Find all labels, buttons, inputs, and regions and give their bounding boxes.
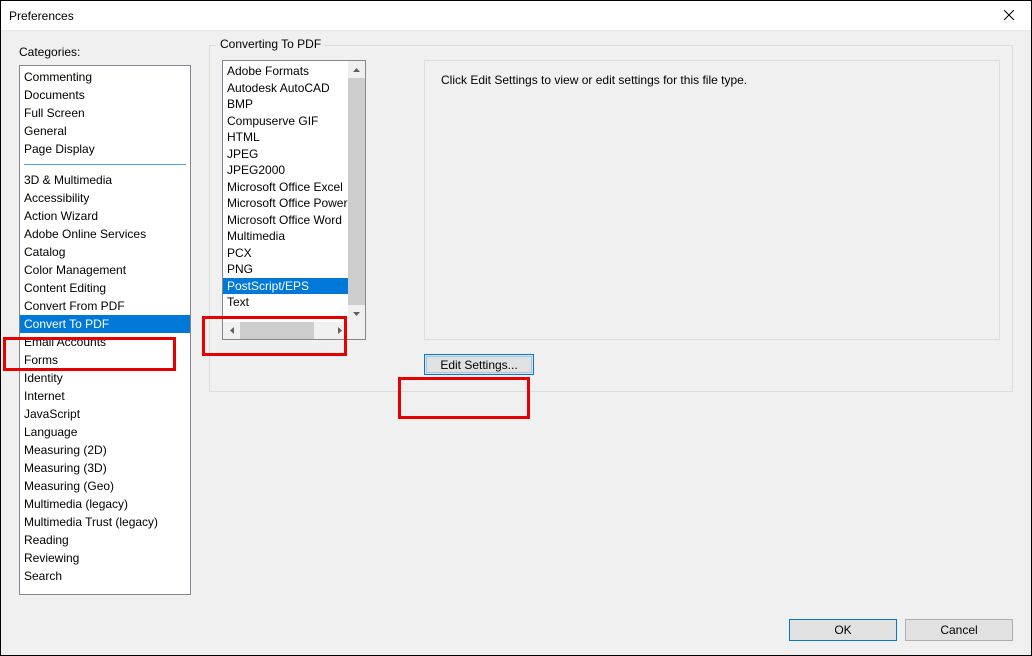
category-item[interactable]: Adobe Online Services [20,225,190,243]
category-item[interactable]: Accessibility [20,189,190,207]
formats-hscrollbar[interactable] [223,322,365,339]
vscroll-thumb[interactable] [348,78,365,305]
category-item[interactable]: Multimedia Trust (legacy) [20,513,190,531]
category-item[interactable]: Convert To PDF [20,315,190,333]
category-item[interactable]: Search [20,567,190,585]
category-item[interactable]: Catalog [20,243,190,261]
category-item[interactable]: Email Accounts [20,333,190,351]
category-item[interactable]: Reading [20,531,190,549]
close-button[interactable] [986,1,1031,30]
format-item[interactable]: Adobe Formats [223,63,348,80]
category-item[interactable]: Full Screen [20,104,190,122]
format-item[interactable]: Microsoft Office Excel [223,179,348,196]
category-item[interactable]: Reviewing [20,549,190,567]
format-item[interactable]: JPEG2000 [223,162,348,179]
category-item[interactable]: Documents [20,86,190,104]
formats-list-viewport: Adobe FormatsAutodesk AutoCADBMPCompuser… [223,61,365,322]
category-item[interactable]: Measuring (Geo) [20,477,190,495]
group-label: Converting To PDF [216,37,325,51]
category-item[interactable]: Internet [20,387,190,405]
converting-group: Converting To PDF Adobe FormatsAutodesk … [209,45,1013,392]
format-item[interactable]: Multimedia [223,228,348,245]
category-item[interactable]: Identity [20,369,190,387]
settings-hint-area: Click Edit Settings to view or edit sett… [424,60,1000,340]
category-item[interactable]: Color Management [20,261,190,279]
categories-label: Categories: [19,45,191,59]
hscroll-thumb[interactable] [240,322,314,339]
cancel-button[interactable]: Cancel [905,619,1013,641]
format-item[interactable]: Text [223,294,348,311]
format-item[interactable]: HTML [223,129,348,146]
format-item[interactable]: Microsoft Office Word [223,212,348,229]
format-item[interactable]: Compuserve GIF [223,113,348,130]
category-item[interactable]: Convert From PDF [20,297,190,315]
format-item[interactable]: BMP [223,96,348,113]
edit-settings-button[interactable]: Edit Settings... [424,354,534,375]
category-item[interactable]: Commenting [20,68,190,86]
categories-listbox[interactable]: CommentingDocumentsFull ScreenGeneralPag… [19,65,191,595]
category-item[interactable]: JavaScript [20,405,190,423]
close-icon [1004,9,1014,23]
category-item[interactable]: Measuring (3D) [20,459,190,477]
window-title: Preferences [9,9,986,23]
format-item[interactable]: JPEG [223,146,348,163]
formats-list-inner: Adobe FormatsAutodesk AutoCADBMPCompuser… [223,61,348,322]
formats-listbox[interactable]: Adobe FormatsAutodesk AutoCADBMPCompuser… [222,60,366,340]
format-item[interactable]: Microsoft Office PowerPoint [223,195,348,212]
scroll-left-arrow-icon[interactable] [223,322,240,339]
category-item[interactable]: Language [20,423,190,441]
scroll-right-arrow-icon[interactable] [331,322,348,339]
edit-button-row: Edit Settings... [222,354,1000,375]
ok-button[interactable]: OK [789,619,897,641]
scroll-down-arrow-icon[interactable] [348,305,365,322]
category-item[interactable]: 3D & Multimedia [20,171,190,189]
group-inner-row: Adobe FormatsAutodesk AutoCADBMPCompuser… [222,60,1000,340]
scroll-up-arrow-icon[interactable] [348,61,365,78]
category-divider [24,164,186,165]
preferences-dialog: Preferences Categories: CommentingDocume… [0,0,1032,656]
categories-panel: Categories: CommentingDocumentsFull Scre… [19,45,191,655]
titlebar: Preferences [1,1,1031,31]
category-item[interactable]: General [20,122,190,140]
settings-hint-text: Click Edit Settings to view or edit sett… [441,73,747,87]
format-item[interactable]: PNG [223,261,348,278]
format-item[interactable]: Autodesk AutoCAD [223,80,348,97]
format-item[interactable]: PCX [223,245,348,262]
category-item[interactable]: Measuring (2D) [20,441,190,459]
dialog-button-row: OK Cancel [789,619,1013,641]
category-item[interactable]: Multimedia (legacy) [20,495,190,513]
format-item[interactable]: PostScript/EPS [223,278,348,295]
category-item[interactable]: Action Wizard [20,207,190,225]
settings-panel: Converting To PDF Adobe FormatsAutodesk … [209,45,1013,655]
category-item[interactable]: Forms [20,351,190,369]
dialog-content: Categories: CommentingDocumentsFull Scre… [1,31,1031,655]
category-item[interactable]: Page Display [20,140,190,158]
formats-vscrollbar[interactable] [348,61,365,322]
category-item[interactable]: Content Editing [20,279,190,297]
